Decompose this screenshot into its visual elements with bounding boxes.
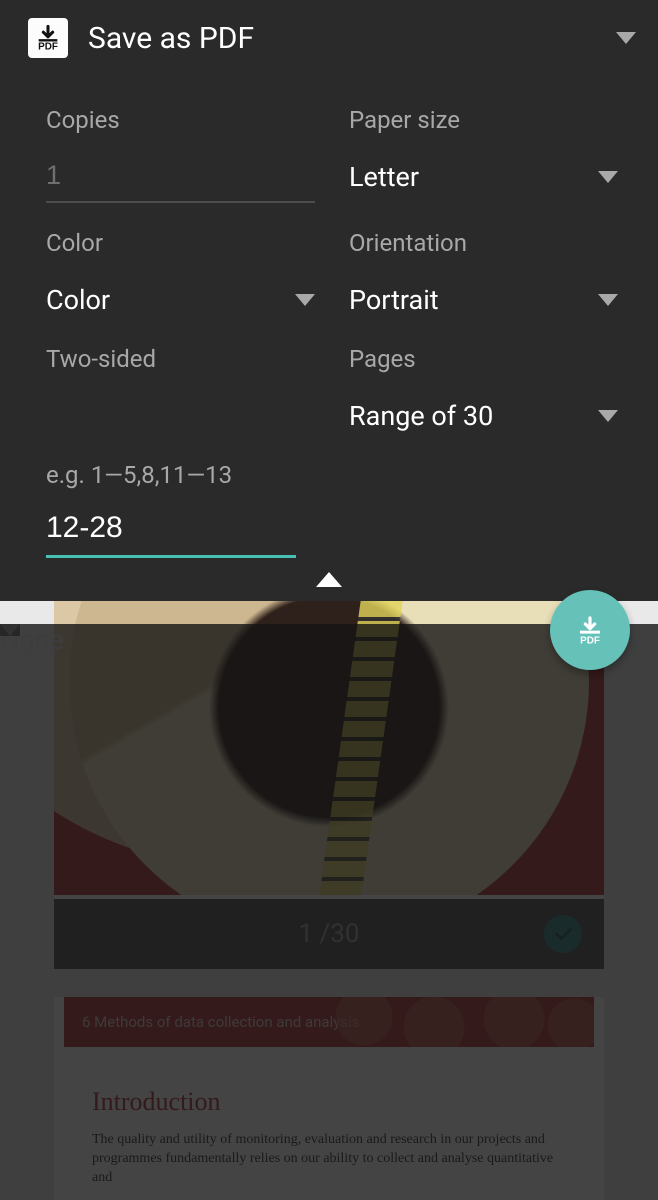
page-counter-text: 1 /30 [298, 919, 359, 949]
pdf-download-icon: PDF [574, 614, 606, 646]
preview-page-1[interactable]: 1 /30 [54, 601, 604, 969]
page2-heading: Introduction [92, 1087, 566, 1117]
two-sided-label: Two-sided [46, 345, 315, 373]
orientation-label: Orientation [349, 229, 618, 257]
page-range-setting: e.g. 1—5,8,11—13 [0, 435, 658, 558]
selected-check-icon[interactable] [544, 915, 582, 953]
svg-text:PDF: PDF [580, 635, 600, 646]
copies-label: Copies [46, 106, 315, 134]
pages-value: Range of 30 [349, 400, 493, 432]
two-sided-setting: Two-sided None [46, 319, 315, 435]
paper-size-setting: Paper size Letter [349, 80, 618, 203]
pages-selector[interactable]: Range of 30 [349, 397, 618, 435]
paper-size-selector[interactable]: Letter [349, 158, 618, 196]
color-label: Color [46, 229, 315, 257]
page-range-input[interactable] [46, 511, 296, 558]
page2-paragraph: The quality and utility of monitoring, e… [92, 1131, 566, 1188]
copies-setting: Copies [46, 80, 315, 203]
orientation-selector[interactable]: Portrait [349, 281, 618, 319]
page2-header-bar: 6 Methods of data collection and analysi… [64, 997, 594, 1047]
paper-size-label: Paper size [349, 106, 618, 134]
page-range-hint: e.g. 1—5,8,11—13 [46, 461, 618, 489]
collapse-handle[interactable] [0, 558, 658, 601]
chevron-down-icon [598, 410, 618, 422]
preview-area: 1 /30 6 Methods of data collection and a… [0, 601, 658, 1200]
paper-size-value: Letter [349, 161, 419, 193]
orientation-setting: Orientation Portrait [349, 203, 618, 319]
chevron-down-icon [295, 294, 315, 306]
pages-setting: Pages Range of 30 [349, 319, 618, 435]
chevron-up-icon [316, 572, 342, 587]
page2-header-text: 6 Methods of data collection and analysi… [82, 1013, 359, 1031]
color-value: Color [46, 284, 110, 316]
svg-text:PDF: PDF [38, 42, 58, 52]
page-counter-bar: 1 /30 [54, 899, 604, 969]
destination-title: Save as PDF [88, 21, 616, 56]
pages-label: Pages [349, 345, 618, 373]
preview-page-2[interactable]: 6 Methods of data collection and analysi… [54, 997, 604, 1200]
color-selector[interactable]: Color [46, 281, 315, 319]
preview-thumbnail [54, 601, 604, 899]
print-settings-panel: PDF Save as PDF Copies Paper size Letter… [0, 0, 658, 601]
color-setting: Color Color [46, 203, 315, 319]
destination-selector[interactable]: PDF Save as PDF [0, 0, 658, 76]
copies-input[interactable] [46, 158, 315, 203]
chevron-down-icon [616, 32, 636, 44]
two-sided-selector: None [46, 397, 315, 435]
chevron-down-icon [598, 294, 618, 306]
pdf-download-icon: PDF [28, 18, 68, 58]
orientation-value: Portrait [349, 284, 439, 316]
save-pdf-fab[interactable]: PDF [550, 590, 630, 670]
chevron-down-icon [598, 171, 618, 183]
